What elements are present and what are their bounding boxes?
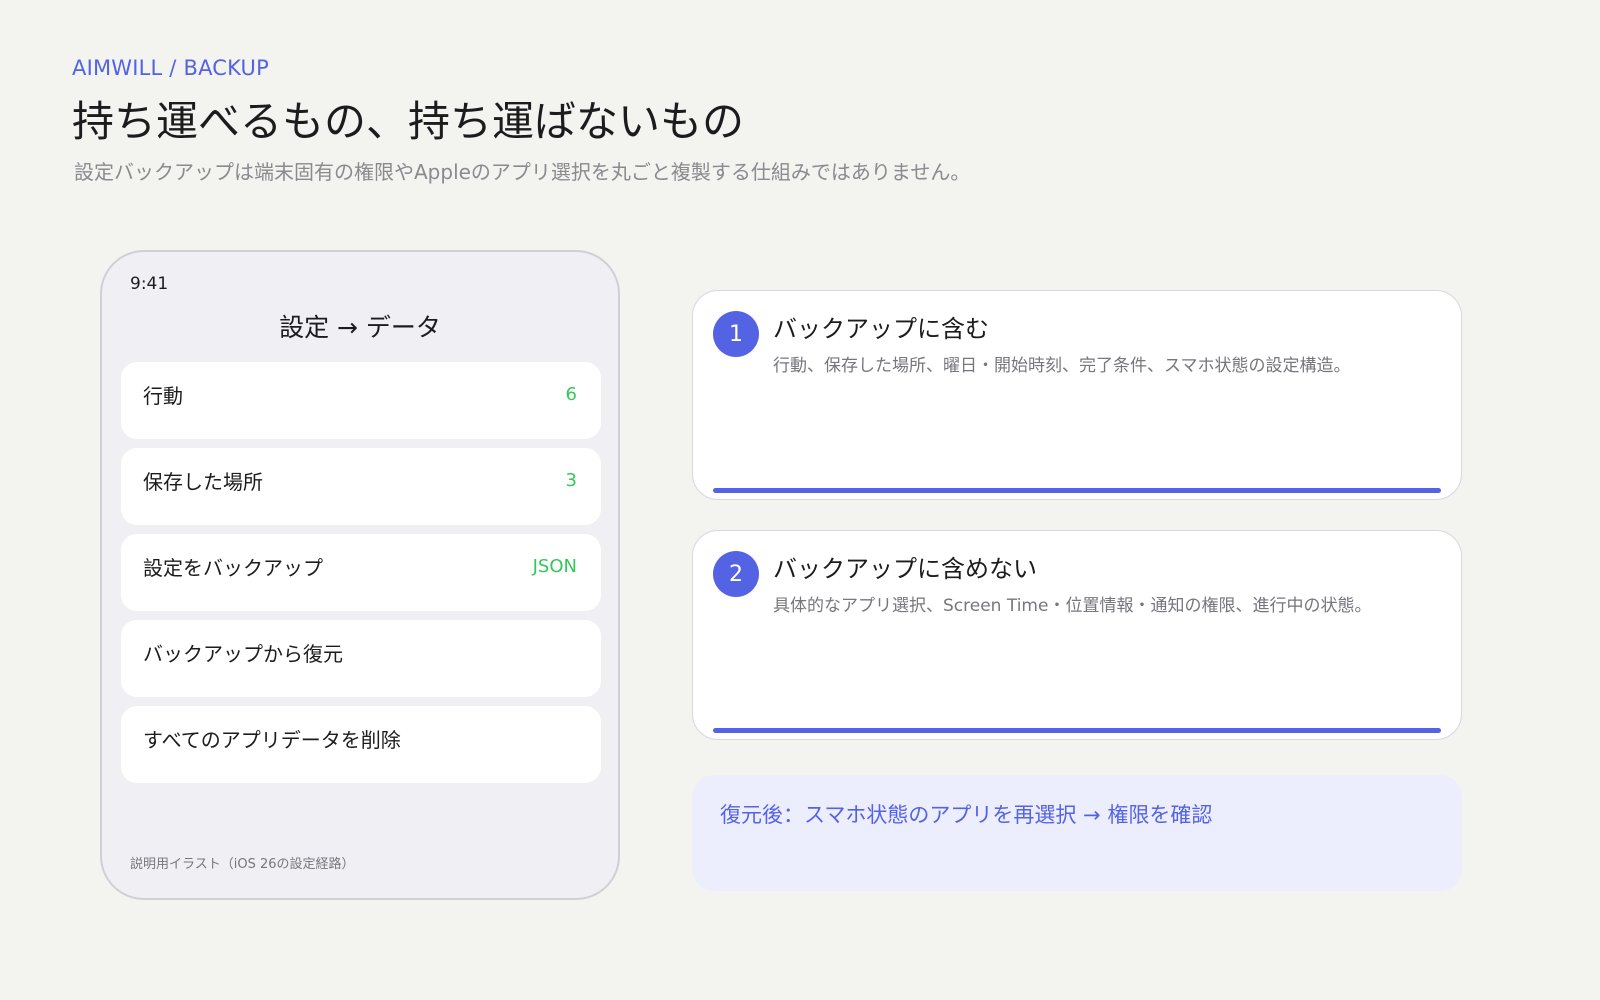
settings-row-backup[interactable]: 設定をバックアップ JSON	[121, 534, 601, 611]
row-format: JSON	[532, 556, 577, 577]
card-accent-bar	[713, 728, 1441, 733]
settings-list: 行動 6 保存した場所 3 設定をバックアップ JSON バックアップから復元 …	[121, 362, 601, 792]
step-number-badge: 2	[713, 551, 759, 597]
after-restore-note: 復元後：スマホ状態のアプリを再選択 → 権限を確認	[692, 775, 1462, 891]
excluded-card: 2 バックアップに含めない 具体的なアプリ選択、Screen Time・位置情報…	[692, 530, 1462, 740]
page: AIMWILL / BACKUP 持ち運べるもの、持ち運ばないもの 設定バックア…	[0, 0, 1600, 1000]
note-text: 復元後：スマホ状態のアプリを再選択 → 権限を確認	[720, 803, 1213, 827]
illustration-caption: 説明用イラスト（iOS 26の設定経路）	[130, 857, 355, 872]
row-label: すべてのアプリデータを削除	[143, 728, 401, 752]
row-label: バックアップから復元	[143, 642, 343, 666]
page-subtitle: 設定バックアップは端末固有の権限やAppleのアプリ選択を丸ごと複製する仕組みで…	[74, 160, 971, 184]
card-description: 具体的なアプリ選択、Screen Time・位置情報・通知の権限、進行中の状態。	[773, 596, 1372, 616]
phone-mockup: 9:41 設定 → データ 行動 6 保存した場所 3 設定をバックアップ JS…	[100, 250, 620, 900]
settings-row-saved-places[interactable]: 保存した場所 3	[121, 448, 601, 525]
settings-row-actions[interactable]: 行動 6	[121, 362, 601, 439]
breadcrumb: AIMWILL / BACKUP	[72, 56, 269, 80]
card-title: バックアップに含めない	[773, 555, 1037, 583]
settings-row-restore[interactable]: バックアップから復元	[121, 620, 601, 697]
row-label: 保存した場所	[143, 470, 263, 494]
card-title: バックアップに含む	[773, 315, 989, 343]
row-count: 6	[565, 384, 577, 405]
card-accent-bar	[713, 488, 1441, 493]
row-count: 3	[565, 470, 577, 491]
card-description: 行動、保存した場所、曜日・開始時刻、完了条件、スマホ状態の設定構造。	[773, 356, 1351, 376]
screen-title: 設定 → データ	[279, 313, 441, 342]
settings-row-delete-all[interactable]: すべてのアプリデータを削除	[121, 706, 601, 783]
page-title: 持ち運べるもの、持ち運ばないもの	[72, 97, 745, 146]
included-card: 1 バックアップに含む 行動、保存した場所、曜日・開始時刻、完了条件、スマホ状態…	[692, 290, 1462, 500]
step-number-badge: 1	[713, 311, 759, 357]
row-label: 設定をバックアップ	[143, 556, 323, 580]
status-bar-time: 9:41	[130, 274, 169, 294]
row-label: 行動	[143, 384, 183, 408]
